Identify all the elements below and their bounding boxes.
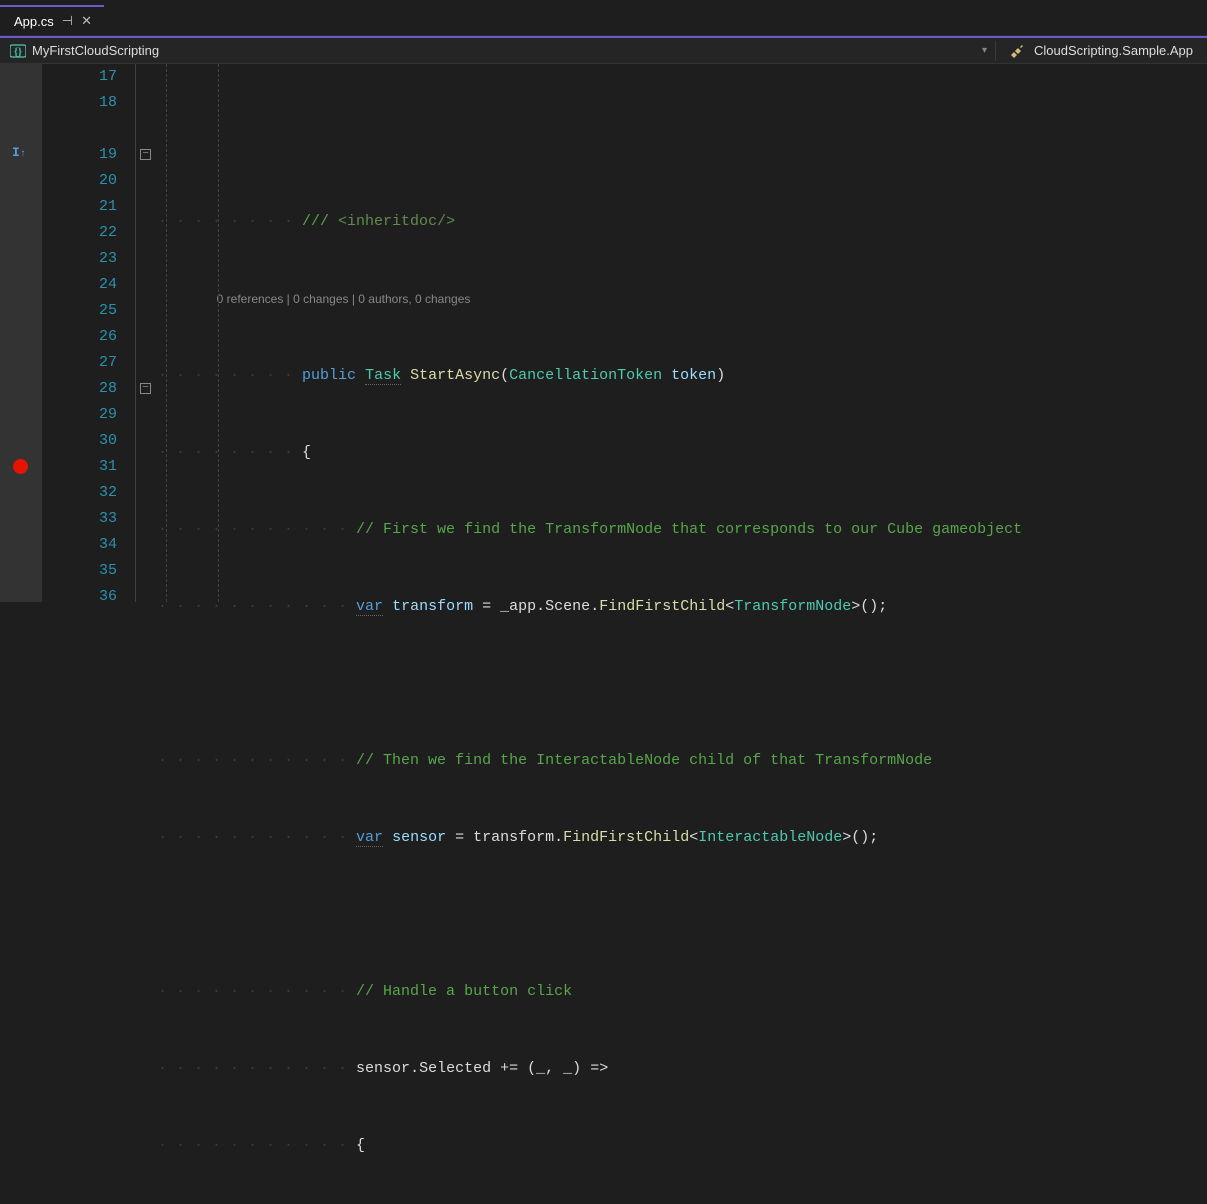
chevron-down-icon[interactable]: ▾ (982, 45, 995, 56)
file-tab[interactable]: App.cs ⊣ ✕ (0, 5, 104, 35)
code-line[interactable]: · · · · · · · · { (158, 440, 1077, 466)
lineno: 34 (42, 532, 117, 558)
lineno: 30 (42, 428, 117, 454)
lineno: 31 (42, 454, 117, 480)
code-area[interactable]: · · · · · · · · /// <inheritdoc/> · · · … (158, 64, 1077, 602)
lineno: 21 (42, 194, 117, 220)
lineno: 17 (42, 64, 117, 90)
navigation-bar: {} MyFirstCloudScripting ▾ CloudScriptin… (0, 36, 1207, 64)
lineno: 23 (42, 246, 117, 272)
lineno: 29 (42, 402, 117, 428)
code-line[interactable]: · · · · · · · · · · · // First we find t… (158, 517, 1077, 543)
nav-scope-text: MyFirstCloudScripting (32, 43, 159, 58)
blank-lineno (42, 116, 117, 142)
code-line[interactable]: · · · · · · · · public Task StartAsync(C… (158, 363, 1077, 389)
code-line[interactable] (158, 671, 1077, 697)
tab-strip: App.cs ⊣ ✕ (0, 0, 1207, 36)
code-line[interactable]: · · · · · · · · · · · var sensor = trans… (158, 825, 1077, 851)
code-line[interactable] (158, 902, 1077, 928)
svg-text:{}: {} (14, 47, 22, 58)
nav-scope[interactable]: {} MyFirstCloudScripting (0, 43, 982, 59)
class-icon (1010, 43, 1026, 59)
code-line[interactable] (158, 132, 1077, 158)
lineno: 24 (42, 272, 117, 298)
fold-toggle[interactable]: − (140, 383, 151, 394)
code-line[interactable]: · · · · · · · · · · · { (158, 1133, 1077, 1159)
lineno: 26 (42, 324, 117, 350)
tab-filename: App.cs (14, 14, 54, 29)
line-numbers: 17 18 19 20 21 22 23 24 25 26 27 28 29 3… (42, 64, 136, 602)
nav-member-text: CloudScripting.Sample.App (1034, 43, 1193, 58)
pin-icon[interactable]: ⊣ (62, 13, 73, 29)
breakpoint-margin[interactable]: I↑ (0, 64, 42, 602)
code-editor[interactable]: I↑ 17 18 19 20 21 22 23 24 25 26 27 28 2… (0, 64, 1207, 602)
lineno: 28 (42, 376, 117, 402)
code-line[interactable]: · · · · · · · · · · · var transform = _a… (158, 594, 1077, 620)
code-line[interactable]: · · · · · · · · · · · sensor.Selected +=… (158, 1056, 1077, 1082)
code-line[interactable]: · · · · · · · · · · · // Handle a button… (158, 979, 1077, 1005)
lineno: 19 (42, 142, 117, 168)
code-line[interactable]: · · · · · · · · · · · // Then we find th… (158, 748, 1077, 774)
codelens-line[interactable]: · · · · · · · · 0 references | 0 changes… (158, 286, 1077, 312)
suggestion-icon[interactable]: I↑ (12, 145, 26, 160)
nav-member[interactable]: CloudScripting.Sample.App (996, 43, 1207, 59)
lineno: 32 (42, 480, 117, 506)
lineno: 20 (42, 168, 117, 194)
lineno: 33 (42, 506, 117, 532)
lineno: 35 (42, 558, 117, 584)
lineno: 36 (42, 584, 117, 610)
code-line[interactable]: · · · · · · · · /// <inheritdoc/> (158, 209, 1077, 235)
lineno: 22 (42, 220, 117, 246)
namespace-icon: {} (10, 43, 26, 59)
lineno: 27 (42, 350, 117, 376)
lineno: 18 (42, 90, 117, 116)
close-icon[interactable]: ✕ (81, 13, 92, 29)
breakpoint-dot[interactable] (13, 459, 28, 474)
fold-margin[interactable]: − − (136, 64, 158, 602)
lineno: 25 (42, 298, 117, 324)
fold-toggle[interactable]: − (140, 149, 151, 160)
